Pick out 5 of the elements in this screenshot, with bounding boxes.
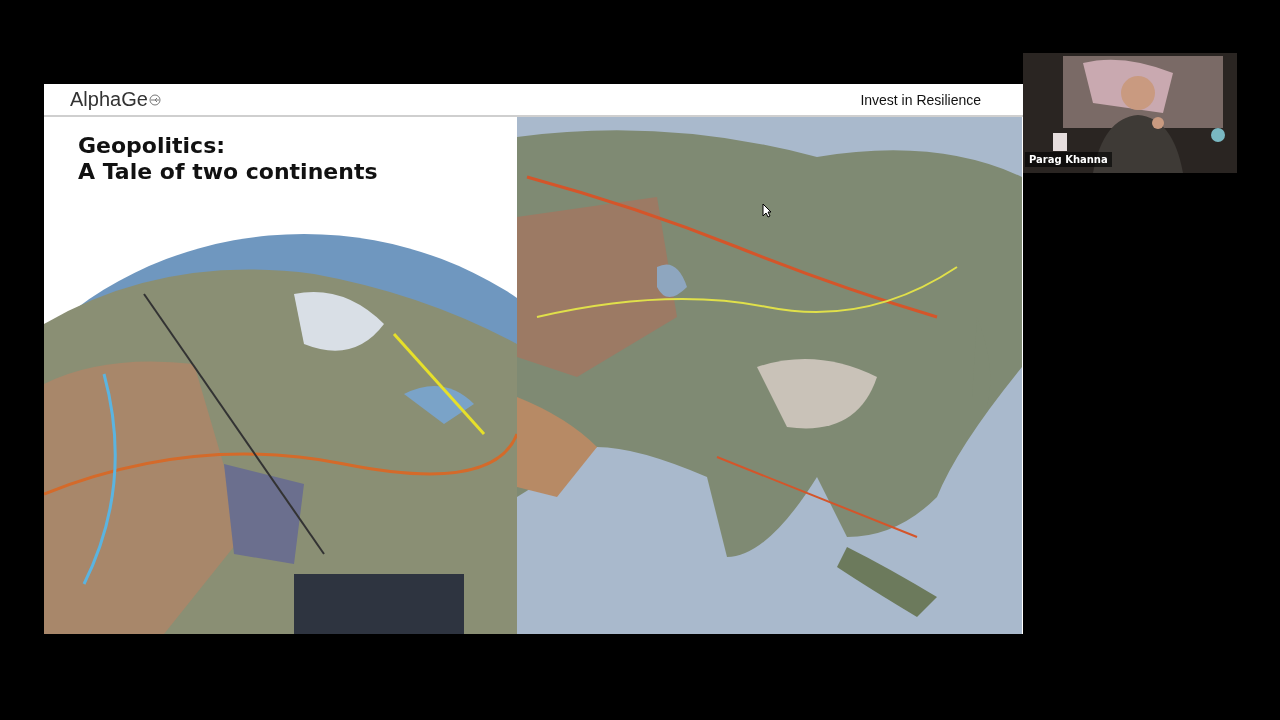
logo-text: AlphaGe <box>70 88 148 111</box>
slide-title: Geopolitics: A Tale of two continents <box>78 133 379 185</box>
cursor-icon <box>762 203 772 218</box>
tagline: Invest in Resilience <box>860 91 981 108</box>
globe-icon <box>148 93 161 106</box>
